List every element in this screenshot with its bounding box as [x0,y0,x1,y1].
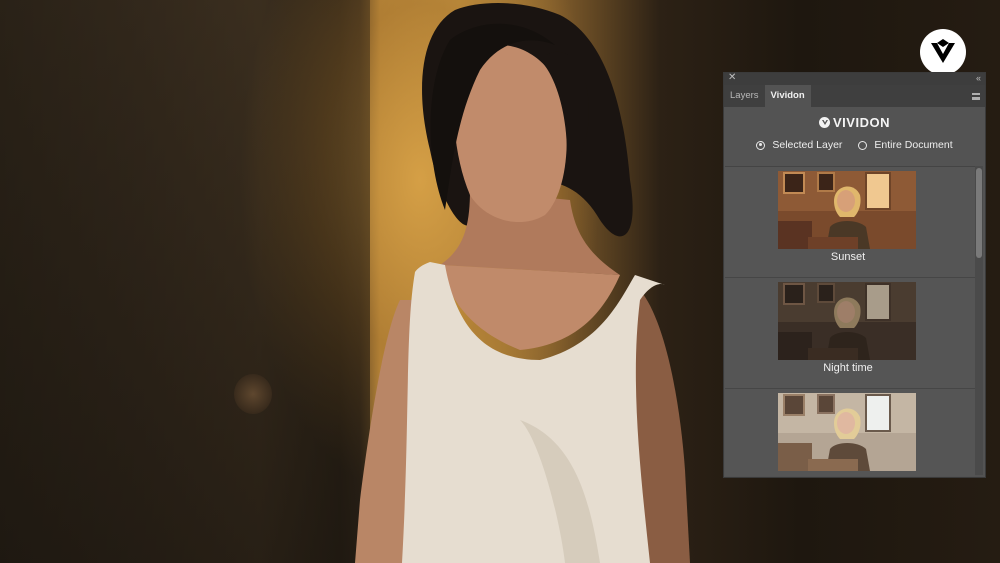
panel-menu-icon[interactable] [972,93,980,100]
radio-entire-document[interactable] [858,140,868,150]
vividon-logo: VIVIDON [724,109,985,135]
tab-vividon[interactable]: Vividon [764,85,811,107]
close-icon[interactable]: ✕ [728,72,736,84]
radio-label: Entire Document [874,139,953,151]
preset-label: Sunset [830,251,866,263]
tab-layers[interactable]: Layers [724,85,765,107]
radio-label: Selected Layer [772,139,843,151]
panel-chrome: ✕ ‹‹ [724,72,985,85]
scope-selector: Selected Layer Entire Document [724,135,985,155]
scope-option-entire-document[interactable]: Entire Document [858,139,953,151]
scope-option-selected-layer[interactable]: Selected Layer [756,139,842,151]
preset-third[interactable] [725,389,975,476]
brand-name: VIVIDON [833,114,890,130]
collapse-icon[interactable]: ‹‹ [976,72,981,84]
radio-selected-layer[interactable] [756,140,766,150]
panel-tabbar: Layers Vividon [724,85,985,107]
brand-badge-icon [920,29,966,75]
preset-sunset[interactable]: Sunset [725,167,975,278]
preset-list: Sunset Night time [725,166,975,476]
preset-label: Night time [823,362,873,374]
preset-scrollbar[interactable] [975,166,983,475]
preset-thumbnail[interactable] [778,282,916,360]
preset-thumbnail[interactable] [778,393,916,471]
preset-night-time[interactable]: Night time [725,278,975,389]
vividon-logo-icon [819,116,831,128]
scroll-thumb[interactable] [976,168,982,258]
preset-thumbnail[interactable] [778,171,916,249]
vividon-panel: ✕ ‹‹ Layers Vividon VIVIDON Selected Lay… [723,72,986,478]
